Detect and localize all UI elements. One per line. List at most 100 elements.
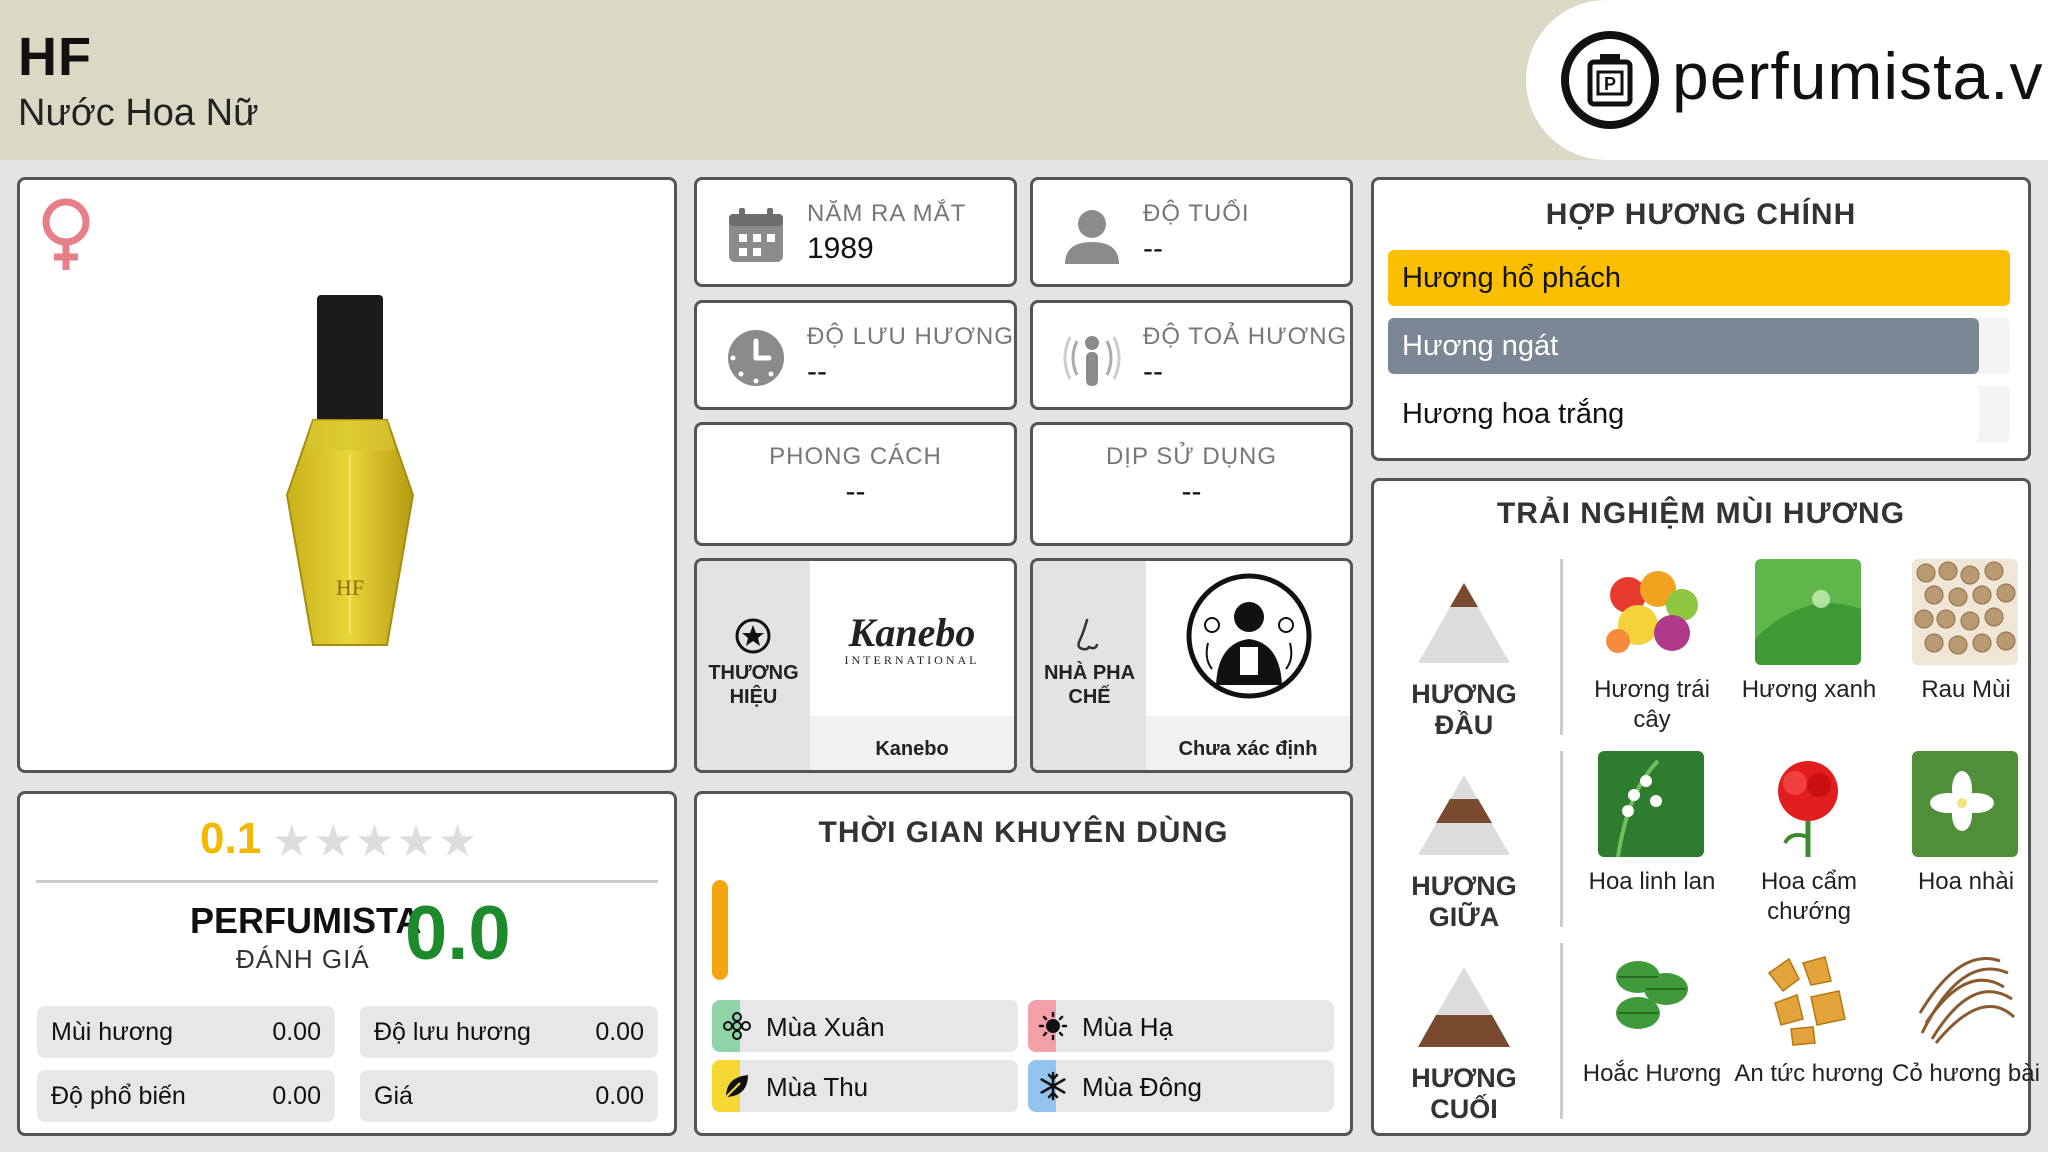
longevity-value: -- (807, 355, 827, 388)
metric-label: Độ lưu hương (374, 1018, 531, 1046)
perfumer-avatar-area (1146, 561, 1350, 716)
rating-divider (36, 880, 658, 883)
calendar-icon (729, 208, 783, 262)
age-tile: ĐỘ TUỔI -- (1030, 177, 1353, 287)
rating-stars-text: ★★★★★ (272, 817, 480, 866)
style-label: PHONG CÁCH (769, 443, 942, 470)
metric-label: Độ phổ biến (51, 1082, 186, 1110)
longevity-tile: ĐỘ LƯU HƯƠNG -- (694, 300, 1017, 410)
time-of-day-bar (712, 880, 728, 980)
occasion-tile: DỊP SỬ DỤNG -- (1030, 422, 1353, 546)
main-accords-title: HỢP HƯƠNG CHÍNH (1545, 198, 1857, 231)
perfumista-rating-sublabel: ĐÁNH GIÁ (236, 944, 370, 974)
tier-separator (1560, 751, 1563, 927)
sillage-value: -- (1143, 355, 1163, 388)
perfumista-score: 0.0 (405, 891, 511, 976)
brand-name-panel: Kanebo (810, 716, 1014, 770)
middle-notes-label: HƯƠNG GIỮA (1411, 871, 1517, 932)
metric-value: 0.00 (595, 1082, 644, 1110)
svg-text:HF: HF (336, 575, 364, 600)
brand-tile[interactable]: THƯƠNG HIỆU Kanebo INTERNATIONAL Kanebo (694, 558, 1017, 773)
accord-label: Hương hổ phách (1402, 262, 1622, 294)
pyramid-base-icon (1418, 967, 1510, 1047)
scent-notes-title: TRẢI NGHIỆM MÙI HƯƠNG (1496, 497, 1906, 530)
sillage-radiating-person-icon (1063, 336, 1121, 386)
metric-value: 0.00 (272, 1082, 321, 1110)
fruits-image (1598, 559, 1704, 665)
style-value: -- (845, 475, 866, 508)
green-leaf-image (1755, 559, 1861, 665)
tier-separator (1560, 943, 1563, 1119)
note-label: Hương trái cây (1594, 676, 1710, 733)
sillage-label: ĐỘ TOẢ HƯƠNG (1143, 323, 1348, 350)
leaf-icon (725, 1075, 748, 1098)
perfumer-label: NHÀ PHA CHẾ (1043, 662, 1136, 708)
header: HF Nước Hoa Nữ P perfumista.vn (0, 0, 2048, 160)
season-label: Mùa Đông (1082, 1072, 1202, 1102)
accord-bar: Hương hổ phách (1388, 250, 2010, 306)
rating-stars[interactable]: ★★★★★ (272, 816, 479, 867)
longevity-label: ĐỘ LƯU HƯƠNG (807, 323, 1014, 350)
base-notes-label: HƯƠNG CUỐI (1411, 1063, 1517, 1124)
season-winter: Mùa Đông (1028, 1060, 1334, 1112)
launch-year-label: NĂM RA MẮT (807, 200, 967, 227)
rating-card: 0.1 ★★★★★ PERFUMISTA ĐÁNH GIÁ 0.0 Mùi hư… (17, 791, 677, 1136)
accord-label: Hương ngát (1402, 330, 1559, 362)
age-label: ĐỘ TUỔI (1143, 200, 1250, 227)
top-notes-label: HƯƠNG ĐẦU (1411, 679, 1517, 740)
perfume-bottle-image: HF (285, 295, 415, 646)
perfumer-name-panel: Chưa xác định (1146, 716, 1350, 770)
note-label: Hương xanh (1741, 676, 1877, 703)
note-label: Hoa nhài (1917, 868, 2015, 895)
metric-scent: Mùi hương 0.00 (37, 1006, 335, 1058)
brand-label: THƯƠNG HIỆU (708, 662, 799, 708)
metric-popularity: Độ phổ biến 0.00 (37, 1070, 335, 1122)
perfumista-rating-label: PERFUMISTA (190, 900, 422, 941)
svg-text:P: P (1604, 74, 1616, 94)
season-summer: Mùa Hạ (1028, 1000, 1334, 1052)
nose-icon (1077, 618, 1099, 651)
age-value: -- (1143, 232, 1163, 265)
female-gender-icon (42, 198, 90, 270)
scent-notes-card: TRẢI NGHIỆM MÙI HƯƠNG HƯƠNG ĐẦU Hương tr… (1371, 478, 2040, 1136)
season-label: Mùa Xuân (766, 1012, 885, 1042)
sillage-tile: ĐỘ TOẢ HƯƠNG -- (1030, 300, 1353, 410)
lily-of-the-valley-image (1598, 751, 1704, 857)
metric-price: Giá 0.00 (360, 1070, 658, 1122)
pyramid-top-icon (1418, 583, 1510, 663)
patchouli-image (1598, 943, 1704, 1049)
metric-value: 0.00 (595, 1018, 644, 1046)
recommended-time-title: THỜI GIAN KHUYÊN DÙNG (818, 816, 1229, 849)
style-tile: PHONG CÁCH -- (694, 422, 1017, 546)
tier-separator (1560, 559, 1563, 735)
brand-logo-text: Kanebo (848, 610, 976, 655)
season-autumn: Mùa Thu (712, 1060, 1018, 1112)
product-image-card: HF (17, 177, 677, 773)
season-label: Mùa Hạ (1082, 1012, 1174, 1042)
main-accords-card: HỢP HƯƠNG CHÍNH Hương hổ phách Hương ngá… (1371, 177, 2031, 461)
occasion-value: -- (1181, 475, 1202, 508)
accord-label: Hương hoa trắng (1402, 398, 1625, 430)
snowflake-icon (1040, 1071, 1066, 1101)
accord-bar: Hương ngát (1388, 318, 2010, 374)
perfumer-name: Chưa xác định (1178, 738, 1318, 760)
metric-label: Mùi hương (51, 1018, 174, 1046)
perfume-bottle-logo-icon: P (1561, 31, 1659, 129)
perfumer-tile[interactable]: NHÀ PHA CHẾ Chưa xác định (1030, 558, 1353, 773)
note-label: Hoa linh lan (1588, 868, 1716, 895)
perfumer-avatar-icon (1186, 573, 1312, 699)
metric-value: 0.00 (272, 1018, 321, 1046)
occasion-label: DỊP SỬ DỤNG (1105, 443, 1278, 470)
coriander-seeds-image (1912, 559, 2018, 665)
logo-text: perfumista.vn (1672, 39, 2048, 113)
brand-name: Kanebo (875, 738, 949, 760)
metric-longevity: Độ lưu hương 0.00 (360, 1006, 658, 1058)
brand-logo-subtext: INTERNATIONAL (844, 653, 980, 667)
perfume-subtitle: Nước Hoa Nữ (18, 92, 259, 134)
pyramid-middle-icon (1418, 775, 1510, 855)
vetiver-image (1912, 943, 2018, 1049)
note-label: An tức hương (1734, 1060, 1884, 1087)
season-spring: Mùa Xuân (712, 1000, 1018, 1052)
launch-year-value: 1989 (807, 232, 874, 265)
user-rating-score: 0.1 (200, 814, 262, 863)
